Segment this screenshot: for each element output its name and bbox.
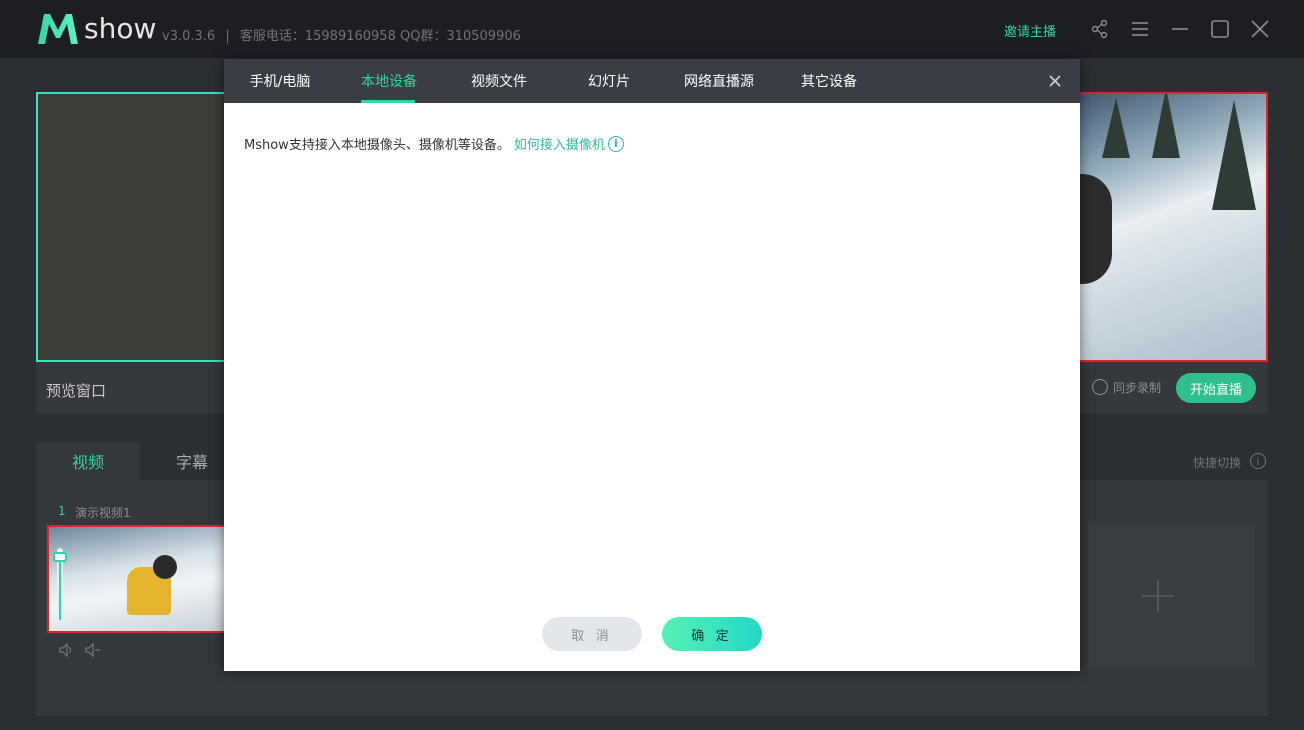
speaker-icon[interactable] (58, 641, 76, 659)
source-thumbnail[interactable] (47, 525, 227, 633)
confirm-button[interactable]: 确 定 (662, 617, 762, 651)
dialog-description: Mshow支持接入本地摄像头、摄像机等设备。 如何接入摄像机 i (244, 134, 624, 153)
quick-switch-info-icon[interactable]: i (1250, 453, 1266, 469)
volume-slider-handle[interactable] (53, 552, 67, 562)
title-bar: show v3.0.3.6 | 客服电话：15989160958 QQ群：310… (0, 0, 1304, 58)
info-icon[interactable]: i (607, 135, 624, 152)
quick-switch-label[interactable]: 快捷切换 (1193, 454, 1241, 471)
tab-network-stream[interactable]: 网络直播源 (682, 59, 756, 103)
cancel-button[interactable]: 取 消 (542, 617, 642, 651)
share-icon[interactable] (1089, 18, 1111, 40)
close-icon[interactable] (1046, 72, 1064, 90)
preview-window (36, 92, 252, 362)
sync-record-label: 同步录制 (1113, 381, 1162, 395)
tab-video-file[interactable]: 视频文件 (468, 59, 530, 103)
source-name: 演示视频1 (75, 506, 131, 520)
tab-local-device[interactable]: 本地设备 (358, 59, 420, 103)
tab-other-device[interactable]: 其它设备 (798, 59, 860, 103)
rider-head-shape (153, 555, 177, 579)
sync-record-radio[interactable] (1092, 379, 1108, 395)
close-window-icon[interactable] (1249, 18, 1271, 40)
minimize-icon[interactable] (1169, 18, 1191, 40)
start-live-button[interactable]: 开始直播 (1176, 373, 1256, 403)
description-text: Mshow支持接入本地摄像头、摄像机等设备。 (244, 138, 510, 153)
tree-shape (1152, 94, 1180, 158)
tree-shape (1212, 100, 1256, 210)
tab-phone-pc[interactable]: 手机/电脑 (248, 59, 312, 103)
dialog-tab-bar: 手机/电脑 本地设备 视频文件 幻灯片 网络直播源 其它设备 (224, 59, 1080, 103)
menu-icon[interactable] (1129, 18, 1151, 40)
mute-speaker-icon[interactable] (84, 641, 102, 659)
app-version-info: v3.0.3.6 | 客服电话：15989160958 QQ群：31050990… (162, 25, 521, 44)
volume-slider-fill (59, 560, 61, 620)
preview-window-label: 预览窗口 (46, 382, 107, 400)
source-index: 1 (58, 504, 66, 518)
add-source-dialog: 手机/电脑 本地设备 视频文件 幻灯片 网络直播源 其它设备 Mshow支持接入… (224, 59, 1080, 671)
tab-video[interactable]: 视频 (36, 442, 140, 480)
camera-help-link[interactable]: 如何接入摄像机 (514, 134, 605, 153)
app-name: show (84, 12, 157, 45)
live-window (1060, 92, 1268, 362)
mshow-logo-icon (38, 14, 78, 44)
info-separator: | (225, 29, 230, 44)
add-icon[interactable] (1142, 580, 1174, 612)
tab-slides[interactable]: 幻灯片 (584, 59, 634, 103)
app-version: v3.0.3.6 (162, 29, 216, 44)
tree-shape (1102, 98, 1130, 158)
service-contact: 客服电话：15989160958 QQ群：310509906 (239, 29, 521, 44)
invite-host-link[interactable]: 邀请主播 (1004, 21, 1056, 40)
maximize-icon[interactable] (1209, 18, 1231, 40)
active-tab-indicator (361, 100, 415, 103)
